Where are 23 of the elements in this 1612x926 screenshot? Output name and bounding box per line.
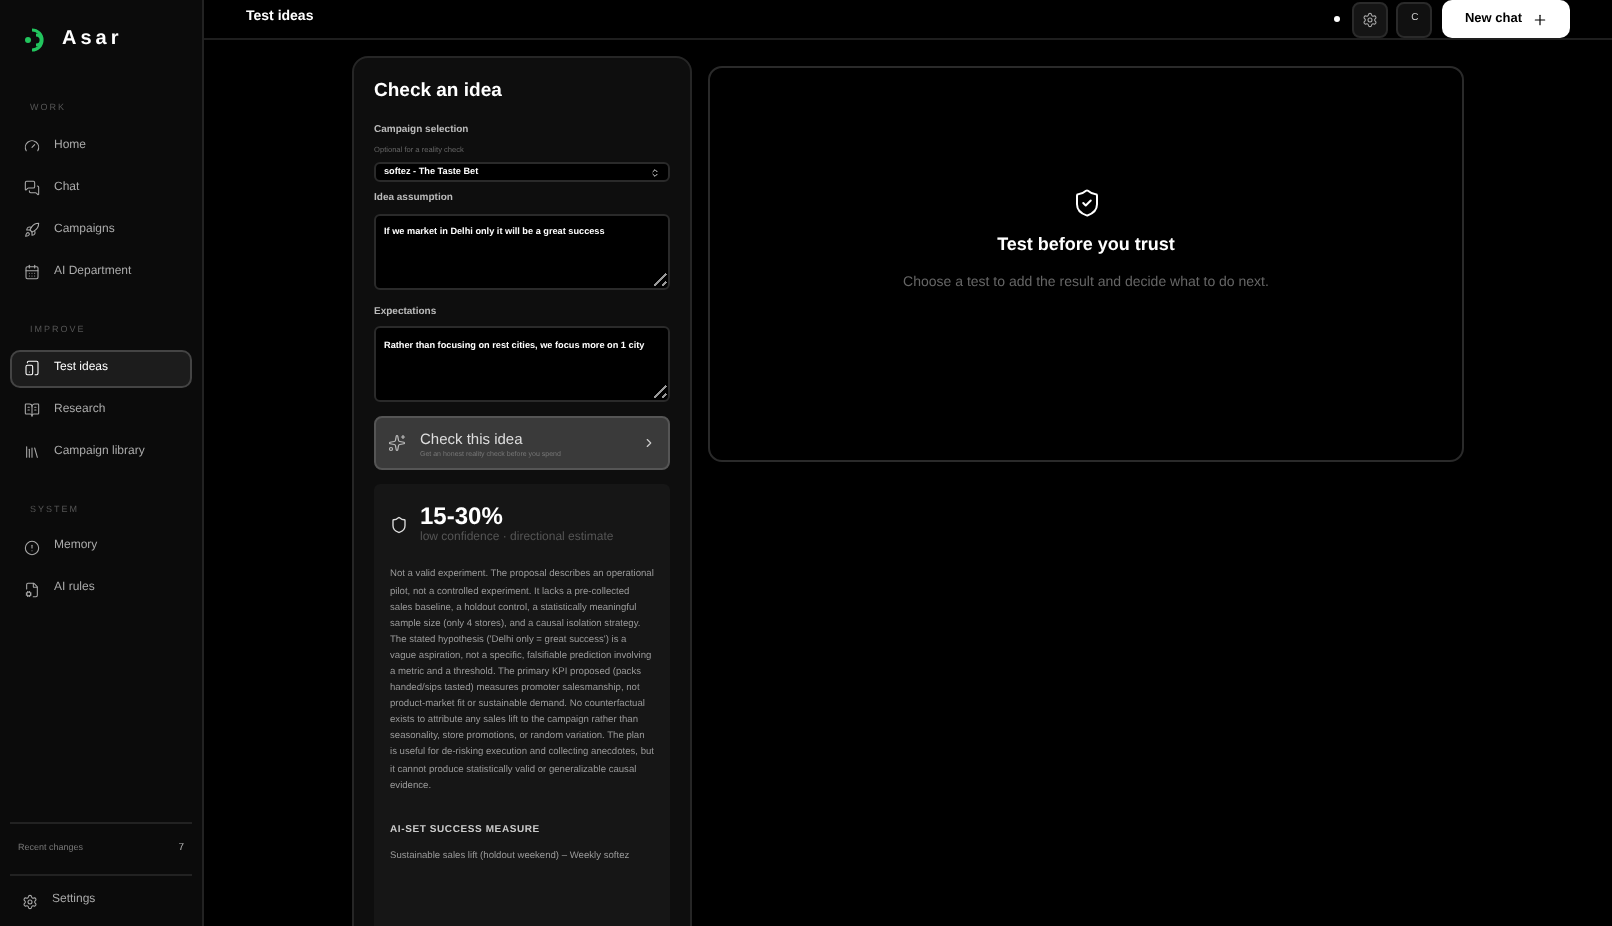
file-gear-icon [24, 581, 40, 598]
plus-icon [1532, 11, 1548, 27]
shield-check-icon [1071, 188, 1101, 218]
settings-icon [22, 893, 38, 909]
tablet-icon [24, 360, 40, 376]
alert-circle-icon [24, 539, 40, 556]
logo-icon [22, 25, 50, 53]
chevrons-icon [650, 167, 660, 178]
sparkles-icon [388, 434, 406, 453]
rocket-icon [24, 222, 40, 239]
book-icon [24, 402, 40, 418]
chat-bubbles-icon [24, 180, 40, 197]
result-range: 15-30% [420, 502, 505, 531]
settings-icon [1362, 11, 1379, 27]
library-icon [24, 444, 40, 460]
shield-icon [390, 516, 408, 535]
chevron-right-icon [642, 436, 656, 451]
calendar-icon [24, 264, 40, 281]
brand-name: Asar [62, 26, 123, 54]
empty-state-title: Test before you trust [997, 232, 1175, 258]
settings-button[interactable] [1352, 1, 1389, 37]
gauge-icon [24, 138, 40, 155]
card-title: Check an idea [374, 78, 504, 106]
